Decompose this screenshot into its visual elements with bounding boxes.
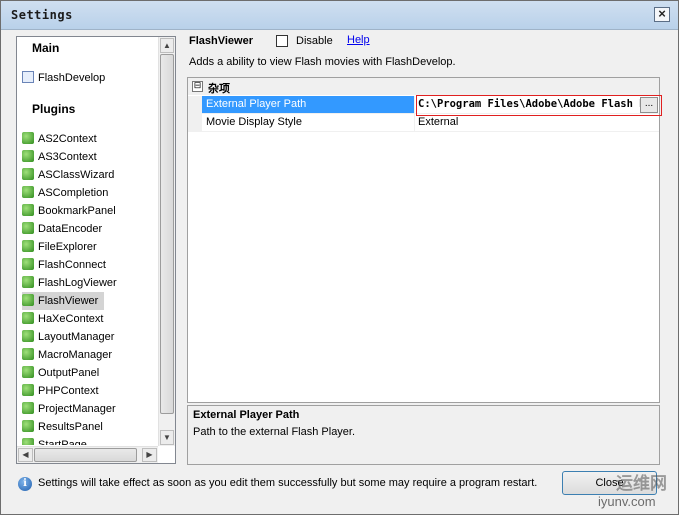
sidebar-vertical-scrollbar[interactable]: ▲ ▼ — [158, 37, 175, 446]
sidebar-item-label: ASCompletion — [38, 187, 109, 199]
sidebar-item-label: ASClassWizard — [38, 169, 115, 181]
sidebar-item-label: PHPContext — [38, 385, 99, 397]
property-grid: ⊟ 杂项 External Player Path C:\Program Fil… — [187, 77, 660, 403]
window-close-button[interactable]: × — [654, 7, 670, 22]
plugin-icon — [22, 150, 34, 163]
help-link[interactable]: Help — [347, 34, 370, 46]
disable-label[interactable]: Disable — [296, 35, 333, 47]
sidebar-item-label: AS3Context — [38, 151, 97, 163]
sidebar-item-label: MacroManager — [38, 349, 112, 361]
collapse-toggle-icon[interactable]: ⊟ — [192, 81, 203, 92]
sidebar-item-bookmarkpanel[interactable]: BookmarkPanel — [22, 202, 122, 220]
row-gutter — [188, 96, 202, 113]
disable-checkbox[interactable] — [276, 35, 288, 47]
scroll-thumb[interactable] — [160, 54, 174, 414]
plugin-icon — [22, 420, 34, 433]
sidebar-item-flashconnect[interactable]: FlashConnect — [22, 256, 112, 274]
main-section-header: Main — [32, 41, 60, 55]
plugin-icon — [22, 186, 34, 199]
sidebar-item-ascompletion[interactable]: ASCompletion — [22, 184, 114, 202]
plugin-icon — [22, 132, 34, 145]
sidebar-item-projectmanager[interactable]: ProjectManager — [22, 400, 122, 418]
sidebar-item-label: FlashConnect — [38, 259, 106, 271]
plugin-icon — [22, 348, 34, 361]
sidebar-item-label: StartPage — [38, 439, 87, 445]
sidebar-item-outputpanel[interactable]: OutputPanel — [22, 364, 105, 382]
sidebar-item-label: OutputPanel — [38, 367, 100, 379]
sidebar-item-dataencoder[interactable]: DataEncoder — [22, 220, 108, 238]
sidebar-item-label: LayoutManager — [38, 331, 115, 343]
plugin-icon — [22, 330, 34, 343]
settings-sidebar: Main FlashDevelop Plugins AS2Context AS3C… — [16, 36, 176, 464]
scroll-thumb-horizontal[interactable] — [34, 448, 137, 462]
info-icon: i — [18, 477, 32, 491]
plugin-icon — [22, 258, 34, 271]
title-bar: Settings × — [1, 1, 678, 30]
plugin-icon — [22, 204, 34, 217]
plugin-title: FlashViewer — [189, 35, 253, 47]
category-name: 杂项 — [208, 83, 230, 95]
sidebar-item-label: FlashViewer — [38, 295, 99, 307]
sidebar-item-phpcontext[interactable]: PHPContext — [22, 382, 105, 400]
scroll-up-arrow-icon[interactable]: ▲ — [160, 38, 174, 53]
watermark-text: 运维网 — [616, 474, 667, 493]
sidebar-item-label: BookmarkPanel — [38, 205, 116, 217]
sidebar-item-label: DataEncoder — [38, 223, 103, 235]
sidebar-item-layoutmanager[interactable]: LayoutManager — [22, 328, 120, 346]
sidebar-item-label: FileExplorer — [38, 241, 97, 253]
sidebar-item-label: FlashDevelop — [38, 72, 106, 84]
plugin-icon — [22, 294, 34, 307]
scroll-down-arrow-icon[interactable]: ▼ — [160, 430, 174, 445]
plugin-icon — [22, 222, 34, 235]
help-title: External Player Path — [193, 409, 300, 421]
sidebar-item-label: FlashLogViewer — [38, 277, 117, 289]
sidebar-item-resultspanel[interactable]: ResultsPanel — [22, 418, 109, 436]
info-message: Settings will take effect as soon as you… — [38, 477, 538, 489]
plugin-icon — [22, 240, 34, 253]
window-title: Settings — [11, 8, 73, 22]
plugin-icon — [22, 402, 34, 415]
application-icon — [22, 71, 34, 84]
watermark-url: iyunv.com — [598, 494, 656, 509]
property-row-movie-display-style[interactable]: Movie Display Style External — [188, 114, 659, 132]
sidebar-item-startpage[interactable]: StartPage — [22, 436, 93, 445]
sidebar-item-macromanager[interactable]: MacroManager — [22, 346, 118, 364]
plugin-icon — [22, 276, 34, 289]
sidebar-item-flashviewer[interactable]: FlashViewer — [22, 292, 105, 310]
highlight-box — [416, 95, 662, 116]
plugin-icon — [22, 438, 34, 445]
row-gutter — [188, 114, 202, 131]
scroll-right-arrow-icon[interactable]: ▶ — [142, 448, 157, 462]
sidebar-item-as2context[interactable]: AS2Context — [22, 130, 103, 148]
sidebar-item-label: AS2Context — [38, 133, 97, 145]
property-help-panel: External Player Path Path to the externa… — [187, 405, 660, 465]
plugin-icon — [22, 366, 34, 379]
sidebar-horizontal-scrollbar[interactable]: ◀ ▶ — [17, 446, 158, 463]
sidebar-item-label: ProjectManager — [38, 403, 116, 415]
browse-ellipsis-button[interactable]: ... — [640, 97, 658, 113]
sidebar-list: Main FlashDevelop Plugins AS2Context AS3C… — [17, 37, 158, 445]
sidebar-item-flashlogviewer[interactable]: FlashLogViewer — [22, 274, 123, 292]
help-description: Path to the external Flash Player. — [193, 426, 356, 438]
property-name[interactable]: Movie Display Style — [202, 114, 415, 131]
property-value[interactable]: External — [416, 114, 659, 131]
plugin-description: Adds a ability to view Flash movies with… — [189, 56, 456, 68]
sidebar-item-asclasswizard[interactable]: ASClassWizard — [22, 166, 120, 184]
plugin-icon — [22, 384, 34, 397]
scroll-left-arrow-icon[interactable]: ◀ — [18, 448, 33, 462]
sidebar-item-haxecontext[interactable]: HaXeContext — [22, 310, 109, 328]
sidebar-item-as3context[interactable]: AS3Context — [22, 148, 103, 166]
plugin-icon — [22, 168, 34, 181]
sidebar-item-label: HaXeContext — [38, 313, 104, 325]
plugins-section-header: Plugins — [32, 102, 76, 116]
sidebar-item-fileexplorer[interactable]: FileExplorer — [22, 238, 103, 256]
plugin-icon — [22, 312, 34, 325]
property-category: ⊟ 杂项 — [188, 78, 659, 95]
sidebar-item-label: ResultsPanel — [38, 421, 103, 433]
property-name[interactable]: External Player Path — [202, 96, 415, 113]
sidebar-item-flashdevelop[interactable]: FlashDevelop — [22, 69, 111, 87]
